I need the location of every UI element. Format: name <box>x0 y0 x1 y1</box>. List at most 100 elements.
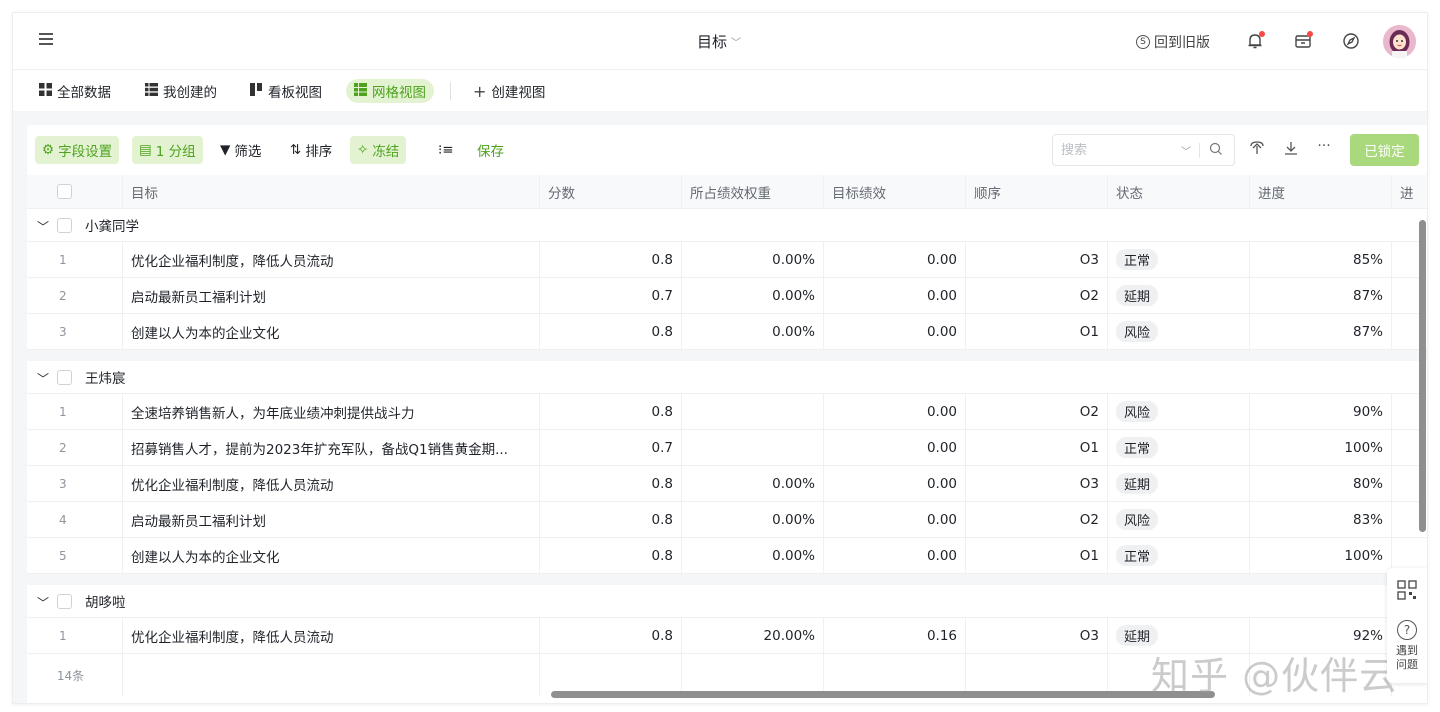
tab-created-by-me[interactable]: 我创建的 <box>137 79 225 103</box>
order-cell[interactable]: O2 <box>966 502 1108 537</box>
weight-cell[interactable]: 0.00% <box>682 242 824 277</box>
filter-button[interactable]: ▼ 筛选 <box>213 136 268 164</box>
goal-cell[interactable]: 创建以人为本的企业文化 <box>123 314 540 349</box>
order-cell[interactable]: O3 <box>966 242 1108 277</box>
order-cell[interactable]: O3 <box>966 618 1108 653</box>
weight-cell[interactable]: 20.00% <box>682 618 824 653</box>
search-input[interactable] <box>1061 142 1171 158</box>
progress-cell[interactable]: 85% <box>1250 242 1392 277</box>
score-cell[interactable]: 0.8 <box>540 314 682 349</box>
goal-cell[interactable]: 全速培养销售新人，为年底业绩冲刺提供战斗力 <box>123 394 540 429</box>
order-cell[interactable]: O2 <box>966 394 1108 429</box>
order-cell[interactable]: O1 <box>966 538 1108 573</box>
locked-button[interactable]: 已锁定 <box>1350 134 1419 166</box>
score-cell[interactable]: 0.7 <box>540 278 682 313</box>
column-header[interactable]: 进度 <box>1250 175 1392 208</box>
vertical-scrollbar[interactable] <box>1419 220 1426 532</box>
share-icon[interactable] <box>1247 140 1267 160</box>
weight-cell[interactable] <box>682 394 824 429</box>
order-cell[interactable]: O2 <box>966 278 1108 313</box>
goal-cell[interactable]: 优化企业福利制度，降低人员流动 <box>123 618 540 653</box>
perf-cell[interactable]: 0.00 <box>824 242 966 277</box>
weight-cell[interactable]: 0.00% <box>682 466 824 501</box>
table-row[interactable]: 1 全速培养销售新人，为年底业绩冲刺提供战斗力 0.8 0.00 O2 风险 90% <box>27 394 1427 430</box>
help-question-icon[interactable]: ? <box>1397 620 1417 640</box>
score-cell[interactable]: 0.8 <box>540 502 682 537</box>
status-cell[interactable]: 风险 <box>1108 314 1250 349</box>
goal-cell[interactable]: 启动最新员工福利计划 <box>123 502 540 537</box>
column-header[interactable]: 分数 <box>540 175 682 208</box>
column-header[interactable]: 状态 <box>1108 175 1250 208</box>
group-button[interactable]: ▤ 1 分组 <box>132 136 203 164</box>
status-cell[interactable]: 风险 <box>1108 394 1250 429</box>
search-box[interactable]: ﹀ <box>1052 134 1235 166</box>
horizontal-scrollbar[interactable] <box>551 691 1215 698</box>
status-cell[interactable]: 风险 <box>1108 502 1250 537</box>
freeze-button[interactable]: ✧ 冻结 <box>350 136 407 164</box>
select-all-checkbox[interactable] <box>57 184 72 199</box>
progress-cell[interactable]: 87% <box>1250 314 1392 349</box>
column-header[interactable]: 目标绩效 <box>824 175 966 208</box>
column-header[interactable]: 进 <box>1392 175 1427 208</box>
group-checkbox[interactable] <box>57 370 72 385</box>
order-cell[interactable]: O1 <box>966 314 1108 349</box>
perf-cell[interactable]: 0.00 <box>824 430 966 465</box>
perf-cell[interactable]: 0.00 <box>824 314 966 349</box>
page-title-dropdown[interactable]: 目标 ﹀ <box>697 31 741 52</box>
perf-cell[interactable]: 0.00 <box>824 394 966 429</box>
download-icon[interactable] <box>1281 140 1301 160</box>
hamburger-menu-icon[interactable] <box>39 33 53 49</box>
weight-cell[interactable]: 0.00% <box>682 538 824 573</box>
score-cell[interactable]: 0.7 <box>540 430 682 465</box>
progress-cell[interactable]: 83% <box>1250 502 1392 537</box>
column-header[interactable]: 所占绩效权重 <box>682 175 824 208</box>
chevron-down-icon[interactable]: ﹀ <box>37 594 49 611</box>
column-header[interactable]: 顺序 <box>966 175 1108 208</box>
tab-kanban-view[interactable]: 看板视图 <box>242 79 330 103</box>
weight-cell[interactable]: 0.00% <box>682 502 824 537</box>
progress-cell[interactable]: 87% <box>1250 278 1392 313</box>
bell-icon[interactable] <box>1245 31 1265 51</box>
search-icon[interactable] <box>1209 142 1223 160</box>
order-cell[interactable]: O1 <box>966 430 1108 465</box>
chevron-down-icon[interactable]: ﹀ <box>37 218 49 235</box>
goal-cell[interactable]: 招募销售人才，提前为2023年扩充军队，备战Q1销售黄金期... <box>123 430 540 465</box>
goal-cell[interactable]: 优化企业福利制度，降低人员流动 <box>123 242 540 277</box>
progress-cell[interactable]: 90% <box>1250 394 1392 429</box>
perf-cell[interactable]: 0.00 <box>824 502 966 537</box>
help-label[interactable]: 遇到问题 <box>1391 644 1423 672</box>
perf-cell[interactable]: 0.00 <box>824 278 966 313</box>
table-row[interactable]: 1 优化企业福利制度，降低人员流动 0.8 0.00% 0.00 O3 正常 85% <box>27 242 1427 278</box>
goal-cell[interactable]: 创建以人为本的企业文化 <box>123 538 540 573</box>
save-button[interactable]: 保存 <box>470 136 511 164</box>
score-cell[interactable]: 0.8 <box>540 538 682 573</box>
table-row[interactable]: 3 优化企业福利制度，降低人员流动 0.8 0.00% 0.00 O3 延期 80% <box>27 466 1427 502</box>
goal-cell[interactable]: 优化企业福利制度，降低人员流动 <box>123 466 540 501</box>
progress-cell[interactable]: 100% <box>1250 430 1392 465</box>
table-row[interactable]: 3 创建以人为本的企业文化 0.8 0.00% 0.00 O1 风险 87% <box>27 314 1427 350</box>
field-settings-button[interactable]: ⚙ 字段设置 <box>35 136 120 164</box>
inbox-icon[interactable] <box>1293 31 1313 51</box>
status-cell[interactable]: 正常 <box>1108 538 1250 573</box>
group-header-row[interactable]: ﹀ 小龚同学 <box>27 209 1427 242</box>
status-cell[interactable]: 正常 <box>1108 242 1250 277</box>
table-row[interactable]: 2 招募销售人才，提前为2023年扩充军队，备战Q1销售黄金期... 0.7 0.00… <box>27 430 1427 466</box>
table-row[interactable]: 4 启动最新员工福利计划 0.8 0.00% 0.00 O2 风险 83% <box>27 502 1427 538</box>
tab-grid-view[interactable]: 网格视图 <box>346 79 434 103</box>
sort-button[interactable]: ⇅ 排序 <box>283 136 339 164</box>
status-cell[interactable]: 延期 <box>1108 466 1250 501</box>
user-avatar[interactable] <box>1383 25 1416 58</box>
row-height-button[interactable]: ⁝≡ <box>431 136 461 164</box>
progress-cell[interactable]: 80% <box>1250 466 1392 501</box>
perf-cell[interactable]: 0.00 <box>824 466 966 501</box>
back-to-old-version-button[interactable]: S 回到旧版 <box>1136 32 1210 52</box>
column-header[interactable]: 目标 <box>123 175 540 208</box>
score-cell[interactable]: 0.8 <box>540 394 682 429</box>
group-header-row[interactable]: ﹀ 胡哆啦 <box>27 585 1427 618</box>
goal-cell[interactable]: 启动最新员工福利计划 <box>123 278 540 313</box>
weight-cell[interactable]: 0.00% <box>682 314 824 349</box>
perf-cell[interactable]: 0.00 <box>824 538 966 573</box>
chevron-down-icon[interactable]: ﹀ <box>37 370 49 387</box>
group-checkbox[interactable] <box>57 218 72 233</box>
tab-all-data[interactable]: 全部数据 <box>31 79 119 103</box>
